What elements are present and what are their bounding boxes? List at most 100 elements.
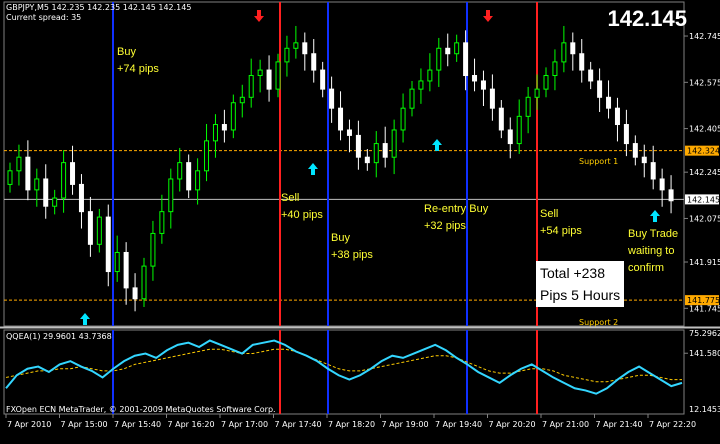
buy-arrow-icon	[308, 163, 318, 175]
price-tick-label: 141.915	[689, 258, 720, 267]
time-tick-label: 7 Apr 15:00	[61, 420, 108, 429]
time-tick-label: 7 Apr 16:20	[168, 420, 215, 429]
candle-bear	[132, 287, 138, 300]
candle-bull	[114, 251, 120, 273]
sell-arrow-icon	[483, 10, 493, 22]
indicator-tick-label: 75.2962	[689, 329, 720, 338]
candle-bear	[606, 96, 612, 109]
time-tick-label: 7 Apr 15:40	[114, 420, 161, 429]
candle-bear	[632, 143, 638, 158]
sell-arrow-icon	[254, 10, 264, 22]
price-tick-label: 141.580	[689, 349, 720, 358]
candle-bull	[7, 170, 13, 185]
candle-bear	[668, 189, 674, 202]
price-tag-label: 142.324	[687, 147, 720, 156]
candle-bear	[266, 69, 272, 90]
indicator-tick-label: 12.1453	[689, 405, 720, 414]
candle-bear	[346, 129, 352, 136]
candle-bull	[159, 211, 165, 234]
qqe-main-line	[5, 339, 683, 395]
price-tick-label: 142.245	[689, 168, 720, 177]
candle-bear	[25, 156, 31, 191]
candle-bear	[70, 162, 76, 185]
candle-bear	[489, 88, 495, 109]
support-1-label: Support 1	[579, 157, 619, 166]
total-line-2: Pips 5 Hours	[540, 287, 621, 303]
time-tick-label: 7 Apr 19:40	[435, 420, 482, 429]
candle-bear	[105, 216, 111, 273]
candle-bull	[96, 216, 102, 245]
candle-bull	[284, 47, 290, 63]
candle-bull	[373, 143, 379, 164]
time-tick-label: 7 Apr 22:20	[649, 420, 696, 429]
candle-bear	[320, 69, 326, 90]
candle-bear	[463, 42, 469, 77]
candle-bear	[507, 129, 513, 145]
candle-bear	[364, 156, 370, 164]
candle-bull	[16, 156, 22, 172]
candle-bull	[141, 265, 147, 300]
candle-bear	[43, 178, 49, 207]
price-tick-label: 142.575	[689, 78, 720, 87]
candle-bull	[168, 178, 174, 213]
candle-bear	[614, 107, 620, 126]
annotation-sell-2: Sell +54 pips	[540, 208, 582, 237]
candle-bull	[391, 129, 397, 158]
price-tick-label: 142.075	[689, 214, 720, 223]
candle-bear	[78, 183, 84, 213]
annotation-buy-2: Buy +38 pips	[331, 232, 373, 261]
candle-bear	[329, 88, 335, 109]
candle-bear	[597, 80, 603, 98]
candle-bear	[382, 143, 388, 158]
candle-bear	[355, 134, 361, 158]
candle-bear	[579, 53, 585, 71]
price-tick-label: 142.405	[689, 125, 720, 134]
candle-bull	[409, 88, 415, 109]
buy-arrow-icon	[80, 313, 90, 325]
time-tick-label: 7 Apr 2010	[7, 420, 51, 429]
candle-bull	[543, 75, 549, 90]
candle-bull	[230, 102, 236, 131]
candle-bull	[552, 61, 558, 77]
symbol-header: GBPJPY,M5 142.235 142.235 142.145 142.14…	[6, 3, 192, 12]
candle-bear	[87, 211, 93, 245]
candle-bull	[293, 42, 299, 49]
candle-bull	[418, 80, 424, 90]
candle-bull	[454, 42, 460, 55]
annotation-sell-1: Sell +40 pips	[281, 192, 323, 221]
candle-bull	[61, 162, 67, 199]
candle-bull	[239, 96, 245, 104]
candle-bear	[311, 53, 317, 71]
total-line-1: Total +238	[540, 265, 605, 281]
candle-bear	[302, 42, 308, 55]
time-tick-label: 7 Apr 19:00	[382, 420, 429, 429]
candle-bear	[480, 80, 486, 90]
candle-bear	[650, 162, 656, 180]
candle-bull	[534, 88, 540, 98]
total-pips-box: Total +238 Pips 5 Hours	[536, 261, 624, 307]
candle-bull	[400, 107, 406, 131]
candle-bull	[436, 47, 442, 71]
candle-bull	[427, 69, 433, 82]
candle-bull	[248, 75, 254, 98]
time-tick-label: 7 Apr 21:00	[542, 420, 589, 429]
candle-bull	[212, 124, 218, 142]
candle-bull	[34, 178, 40, 191]
candle-bear	[186, 162, 192, 191]
price-chart[interactable]: 142.745 142.575 142.405 142.245 142.075 141.9…	[0, 0, 720, 444]
candle-bull	[516, 115, 522, 145]
candle-bull	[561, 42, 567, 63]
candle-bull	[52, 197, 58, 207]
candle-bull	[257, 69, 263, 77]
price-tag-label: 141.775	[687, 296, 720, 305]
candle-bear	[623, 124, 629, 145]
candle-bear	[659, 178, 665, 191]
time-tick-label: 7 Apr 18:20	[328, 420, 375, 429]
price-tick-label: 141.745	[689, 304, 720, 313]
price-tick-label: 142.745	[689, 32, 720, 41]
candle-bear	[588, 69, 594, 82]
spread-label: Current spread: 35	[6, 13, 82, 22]
time-tick-label: 7 Apr 21:40	[596, 420, 643, 429]
indicator-label: QQEA(1) 29.9601 43.7368	[6, 332, 112, 341]
candle-bear	[570, 42, 576, 55]
